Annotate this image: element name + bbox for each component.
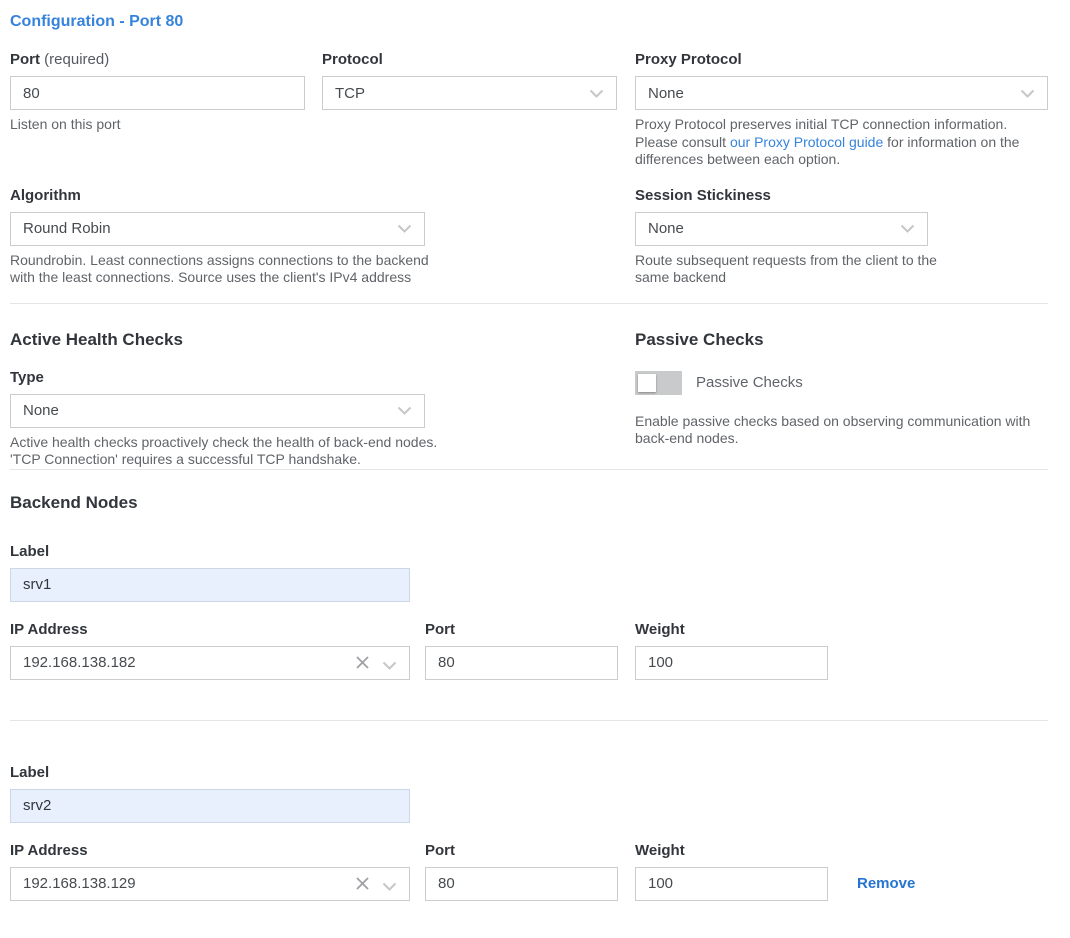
node-divider bbox=[10, 720, 1048, 721]
backend-node-group: Label IP Address Port bbox=[10, 543, 1048, 680]
node-label-field: Label bbox=[10, 543, 410, 602]
session-stickiness-select[interactable]: None bbox=[635, 212, 928, 246]
chevron-down-icon bbox=[1020, 89, 1035, 98]
node-ip-field: IP Address bbox=[10, 621, 410, 680]
node-ip-input[interactable] bbox=[10, 646, 410, 680]
node-label-input[interactable] bbox=[10, 568, 410, 602]
node-address-row: IP Address Port Weight bbox=[10, 621, 1048, 680]
clear-icon[interactable] bbox=[355, 655, 370, 675]
protocol-select[interactable]: TCP bbox=[322, 76, 617, 110]
proxy-protocol-helper-text: Proxy Protocol preserves initial TCP con… bbox=[635, 116, 1048, 169]
node-weight-input[interactable] bbox=[635, 867, 828, 901]
algorithm-select-value: Round Robin bbox=[23, 220, 111, 237]
proxy-protocol-guide-link[interactable]: our Proxy Protocol guide bbox=[730, 134, 883, 150]
node-weight-label: Weight bbox=[635, 621, 828, 639]
session-stickiness-select-value: None bbox=[648, 220, 684, 237]
page-title: Configuration - Port 80 bbox=[10, 12, 1048, 32]
node-ip-field: IP Address bbox=[10, 842, 410, 901]
passive-checks-section: Passive Checks Passive Checks Enable pas… bbox=[635, 329, 1048, 469]
proxy-protocol-field-group: Proxy Protocol None Proxy Protocol prese… bbox=[635, 51, 1048, 169]
passive-checks-toggle-row: Passive Checks bbox=[635, 369, 1048, 397]
toggle-knob bbox=[638, 374, 656, 392]
section-divider bbox=[10, 469, 1048, 470]
node-label-label: Label bbox=[10, 764, 410, 782]
node-weight-input[interactable] bbox=[635, 646, 828, 680]
active-health-checks-helper-text: Active health checks proactively check t… bbox=[10, 434, 440, 469]
configuration-page: Configuration - Port 80 Port (required) … bbox=[0, 0, 1070, 901]
chevron-down-icon[interactable] bbox=[382, 657, 397, 675]
node-port-label: Port bbox=[425, 842, 618, 860]
chevron-down-icon[interactable] bbox=[382, 878, 397, 896]
active-health-checks-heading: Active Health Checks bbox=[10, 329, 440, 350]
backend-node-group: Label IP Address Port bbox=[10, 764, 1048, 901]
port-label: Port (required) bbox=[10, 51, 305, 69]
node-port-input[interactable] bbox=[425, 867, 618, 901]
proxy-protocol-select[interactable]: None bbox=[635, 76, 1048, 110]
passive-checks-heading: Passive Checks bbox=[635, 329, 1048, 350]
port-field-group: Port (required) Listen on this port bbox=[10, 51, 305, 169]
passive-checks-toggle-label: Passive Checks bbox=[696, 374, 803, 391]
node-weight-label: Weight bbox=[635, 842, 828, 860]
port-required-note: (required) bbox=[44, 51, 109, 68]
node-label-label: Label bbox=[10, 543, 410, 561]
node-port-label: Port bbox=[425, 621, 618, 639]
chevron-down-icon bbox=[900, 224, 915, 233]
health-checks-row: Active Health Checks Type None Active he… bbox=[10, 329, 1048, 469]
chevron-down-icon bbox=[589, 89, 604, 98]
node-address-row: IP Address Port Weight bbox=[10, 842, 1048, 901]
active-health-checks-section: Active Health Checks Type None Active he… bbox=[10, 329, 440, 469]
session-stickiness-label: Session Stickiness bbox=[635, 187, 945, 205]
node-weight-field: Weight bbox=[635, 621, 828, 680]
session-stickiness-field-group: Session Stickiness None Route subsequent… bbox=[635, 187, 945, 287]
node-port-field: Port bbox=[425, 842, 618, 901]
health-check-type-select-value: None bbox=[23, 402, 59, 419]
remove-node-button[interactable]: Remove bbox=[857, 875, 915, 892]
session-stickiness-helper-text: Route subsequent requests from the clien… bbox=[635, 252, 945, 287]
algorithm-field-group: Algorithm Round Robin Roundrobin. Least … bbox=[10, 187, 440, 287]
node-ip-input[interactable] bbox=[10, 867, 410, 901]
health-check-type-label: Type bbox=[10, 369, 440, 387]
proxy-protocol-label: Proxy Protocol bbox=[635, 51, 1048, 69]
node-weight-field: Weight bbox=[635, 842, 828, 901]
passive-checks-toggle[interactable] bbox=[635, 371, 682, 395]
health-check-type-select[interactable]: None bbox=[10, 394, 425, 428]
protocol-field-group: Protocol TCP bbox=[322, 51, 617, 169]
backend-nodes-heading: Backend Nodes bbox=[10, 492, 1048, 513]
node-port-input[interactable] bbox=[425, 646, 618, 680]
config-row-1: Port (required) Listen on this port Prot… bbox=[10, 51, 1048, 169]
clear-icon[interactable] bbox=[355, 876, 370, 896]
node-port-field: Port bbox=[425, 621, 618, 680]
node-label-input[interactable] bbox=[10, 789, 410, 823]
config-row-2: Algorithm Round Robin Roundrobin. Least … bbox=[10, 187, 1048, 287]
chevron-down-icon bbox=[397, 406, 412, 415]
port-helper-text: Listen on this port bbox=[10, 116, 305, 134]
node-label-field: Label bbox=[10, 764, 410, 823]
proxy-protocol-select-value: None bbox=[648, 85, 684, 102]
algorithm-select[interactable]: Round Robin bbox=[10, 212, 425, 246]
node-ip-label: IP Address bbox=[10, 621, 410, 639]
node-ip-label: IP Address bbox=[10, 842, 410, 860]
protocol-label: Protocol bbox=[322, 51, 617, 69]
node-remove: Remove bbox=[857, 867, 915, 901]
section-divider bbox=[10, 303, 1048, 304]
passive-checks-helper-text: Enable passive checks based on observing… bbox=[635, 413, 1048, 448]
protocol-select-value: TCP bbox=[335, 85, 365, 102]
algorithm-label: Algorithm bbox=[10, 187, 440, 205]
port-input[interactable] bbox=[10, 76, 305, 110]
algorithm-helper-text: Roundrobin. Least connections assigns co… bbox=[10, 252, 440, 287]
chevron-down-icon bbox=[397, 224, 412, 233]
